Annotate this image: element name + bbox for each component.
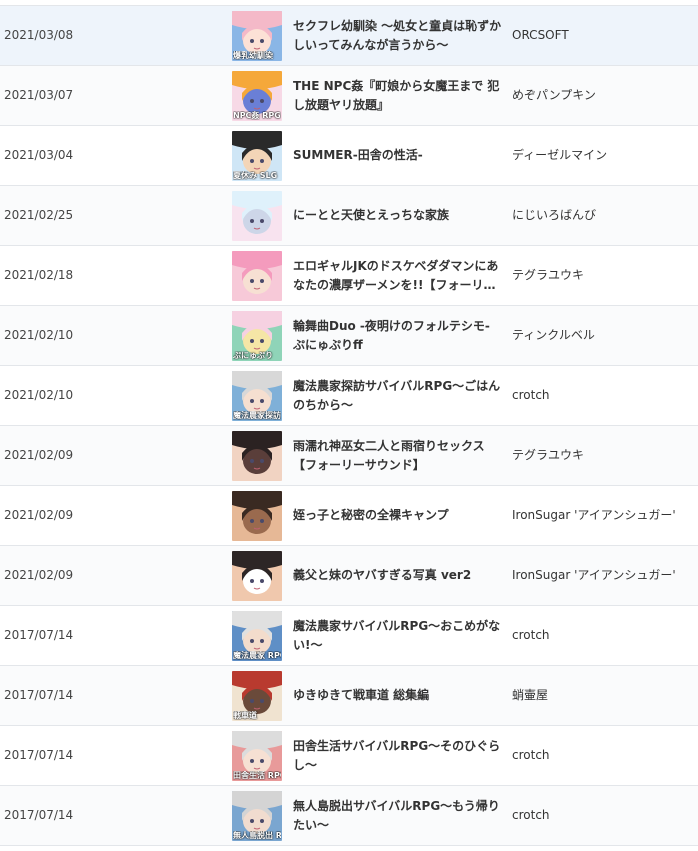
- product-title-link[interactable]: 輪舞曲Duo -夜明けのフォルテシモ- ぷにゅぷりff: [293, 306, 505, 365]
- product-title-link[interactable]: 姪っ子と秘密の全裸キャンプ: [293, 486, 505, 545]
- list-item[interactable]: 2017/07/14 田舎生活 RPG 田舎生活サバイバルRPG～そのひぐらし～ cr…: [0, 725, 698, 785]
- maker-link[interactable]: めぞパンプキン: [512, 66, 698, 125]
- product-title: セクフレ幼馴染 ～処女と童貞は恥ずかしいってみんなが言うから～: [293, 18, 502, 52]
- game-cover-icon[interactable]: 田舎生活 RPG: [232, 731, 282, 781]
- product-title-link[interactable]: THE NPC姦『町娘から女魔王まで 犯し放題ヤリ放題』: [293, 66, 505, 125]
- product-title-link[interactable]: 魔法農家サバイバルRPG～おこめがない!～: [293, 606, 505, 665]
- maker-link[interactable]: にじいろばんび: [512, 186, 698, 245]
- list-item[interactable]: 2021/03/04 夏休み SLG SUMMER-田舎の性活- ディーゼルマイン: [0, 125, 698, 185]
- product-title: 姪っ子と秘密の全裸キャンプ: [293, 508, 449, 522]
- list-item[interactable]: 2021/02/10 ぷにゅぷり 輪舞曲Duo -夜明けのフォルテシモ- ぷにゅぷり…: [0, 305, 698, 365]
- product-title-link[interactable]: にーとと天使とえっちな家族: [293, 186, 505, 245]
- release-date: 2017/07/14: [4, 628, 74, 642]
- maker-link[interactable]: ORCSOFT: [512, 6, 698, 65]
- release-date: 2021/03/07: [4, 88, 74, 102]
- product-title: にーとと天使とえっちな家族: [293, 208, 450, 222]
- maker-link[interactable]: crotch: [512, 786, 698, 845]
- product-title-link[interactable]: 義父と妹のヤバすぎる写真 ver2: [293, 546, 505, 605]
- product-title: 雨濡れ神巫女二人と雨宿りセックス【フォーリーサウンド】: [293, 438, 485, 472]
- maker-link[interactable]: 蛸壷屋: [512, 666, 698, 725]
- maker-link[interactable]: IronSugar 'アイアンシュガー': [512, 486, 698, 545]
- maker-link[interactable]: crotch: [512, 726, 698, 785]
- game-cover-icon[interactable]: [232, 551, 282, 601]
- list-item[interactable]: 2017/07/14 魔法農家 RPG 魔法農家サバイバルRPG～おこめがない!～ c…: [0, 605, 698, 665]
- product-title: エロギャルJKのドスケベダダマンにあなたの濃厚ザーメンを!!【フォーリーサウンド…: [293, 258, 499, 292]
- release-date: 2021/03/08: [4, 28, 74, 42]
- list-item[interactable]: 2021/02/18 エロギャルJKのドスケベダダマンにあなたの濃厚ザーメンを!!…: [0, 245, 698, 305]
- product-title: 輪舞曲Duo -夜明けのフォルテシモ- ぷにゅぷりff: [293, 318, 490, 352]
- game-cover-icon[interactable]: 無人島脱出 RPG: [232, 791, 282, 841]
- game-cover-icon[interactable]: NPC姦 RPG: [232, 71, 282, 121]
- release-date: 2021/02/09: [4, 508, 74, 522]
- release-date: 2021/02/09: [4, 568, 74, 582]
- product-title-link[interactable]: 無人島脱出サバイバルRPG～もう帰りたい～: [293, 786, 505, 845]
- product-title: 義父と妹のヤバすぎる写真 ver2: [293, 568, 472, 582]
- product-title: 魔法農家サバイバルRPG～おこめがない!～: [293, 618, 501, 652]
- list-item[interactable]: 2021/02/25 にーとと天使とえっちな家族 にじいろばんび: [0, 185, 698, 245]
- product-list: 2021/03/08 爆乳幼馴染 セクフレ幼馴染 ～処女と童貞は恥ずかしいってみんな…: [0, 5, 698, 846]
- list-item[interactable]: 2021/02/09 義父と妹のヤバすぎる写真 ver2 IronSugar 'アイ…: [0, 545, 698, 605]
- product-title-link[interactable]: エロギャルJKのドスケベダダマンにあなたの濃厚ザーメンを!!【フォーリーサウンド…: [293, 246, 505, 305]
- game-cover-icon[interactable]: [232, 491, 282, 541]
- release-date: 2021/02/10: [4, 388, 74, 402]
- list-item[interactable]: 2021/02/09 雨濡れ神巫女二人と雨宿りセックス【フォーリーサウンド】 テグラ…: [0, 425, 698, 485]
- product-title: ゆきゆきて戦車道 総集編: [293, 688, 430, 702]
- cover-text: NPC姦 RPG: [233, 111, 281, 120]
- release-date: 2017/07/14: [4, 808, 74, 822]
- cover-text: 戦車道: [233, 711, 257, 720]
- product-title: 田舎生活サバイバルRPG～そのひぐらし～: [293, 738, 501, 772]
- list-item[interactable]: 2021/02/09 姪っ子と秘密の全裸キャンプ IronSugar 'アイアンシュ…: [0, 485, 698, 545]
- cover-text: ぷにゅぷり: [233, 351, 273, 360]
- release-date: 2021/03/04: [4, 148, 74, 162]
- product-title-link[interactable]: ゆきゆきて戦車道 総集編: [293, 666, 505, 725]
- list-item[interactable]: 2021/03/08 爆乳幼馴染 セクフレ幼馴染 ～処女と童貞は恥ずかしいってみんな…: [0, 5, 698, 65]
- game-cover-icon[interactable]: ぷにゅぷり: [232, 311, 282, 361]
- release-date: 2021/02/25: [4, 208, 74, 222]
- maker-link[interactable]: ティンクルベル: [512, 306, 698, 365]
- game-cover-icon[interactable]: [232, 431, 282, 481]
- cover-text: 魔法農家探訪 RPG: [233, 411, 281, 420]
- maker-link[interactable]: crotch: [512, 366, 698, 425]
- cover-text: 夏休み SLG: [233, 171, 278, 180]
- product-title-link[interactable]: 雨濡れ神巫女二人と雨宿りセックス【フォーリーサウンド】: [293, 426, 505, 485]
- release-date: 2021/02/18: [4, 268, 74, 282]
- product-title: THE NPC姦『町娘から女魔王まで 犯し放題ヤリ放題』: [293, 78, 500, 112]
- cover-text: 魔法農家 RPG: [233, 651, 281, 660]
- game-cover-icon[interactable]: [232, 191, 282, 241]
- maker-link[interactable]: crotch: [512, 606, 698, 665]
- list-item[interactable]: 2017/07/14 戦車道 ゆきゆきて戦車道 総集編 蛸壷屋: [0, 665, 698, 725]
- cover-text: 爆乳幼馴染: [233, 51, 273, 60]
- cover-text: 田舎生活 RPG: [233, 771, 281, 780]
- game-cover-icon[interactable]: [232, 251, 282, 301]
- product-title: 魔法農家探訪サバイバルRPG～ごはんのちから～: [293, 378, 501, 412]
- release-date: 2021/02/10: [4, 328, 74, 342]
- product-title-link[interactable]: セクフレ幼馴染 ～処女と童貞は恥ずかしいってみんなが言うから～: [293, 6, 505, 65]
- maker-link[interactable]: テグラユウキ: [512, 426, 698, 485]
- cover-text: 無人島脱出 RPG: [233, 831, 281, 840]
- list-item[interactable]: 2021/03/07 NPC姦 RPG THE NPC姦『町娘から女魔王まで 犯し放…: [0, 65, 698, 125]
- release-date: 2017/07/14: [4, 688, 74, 702]
- release-date: 2021/02/09: [4, 448, 74, 462]
- list-item[interactable]: 2021/02/10 魔法農家探訪 RPG 魔法農家探訪サバイバルRPG～ごはんのち…: [0, 365, 698, 425]
- maker-link[interactable]: テグラユウキ: [512, 246, 698, 305]
- product-title-link[interactable]: 田舎生活サバイバルRPG～そのひぐらし～: [293, 726, 505, 785]
- product-title: 無人島脱出サバイバルRPG～もう帰りたい～: [293, 798, 500, 832]
- list-item[interactable]: 2017/07/14 無人島脱出 RPG 無人島脱出サバイバルRPG～もう帰りたい～…: [0, 785, 698, 845]
- game-cover-icon[interactable]: 爆乳幼馴染: [232, 11, 282, 61]
- product-title-link[interactable]: 魔法農家探訪サバイバルRPG～ごはんのちから～: [293, 366, 505, 425]
- game-cover-icon[interactable]: 夏休み SLG: [232, 131, 282, 181]
- game-cover-icon[interactable]: 魔法農家探訪 RPG: [232, 371, 282, 421]
- product-title-link[interactable]: SUMMER-田舎の性活-: [293, 126, 505, 185]
- game-cover-icon[interactable]: 戦車道: [232, 671, 282, 721]
- release-date: 2017/07/14: [4, 748, 74, 762]
- game-cover-icon[interactable]: 魔法農家 RPG: [232, 611, 282, 661]
- product-title: SUMMER-田舎の性活-: [293, 148, 423, 162]
- maker-link[interactable]: ディーゼルマイン: [512, 126, 698, 185]
- maker-link[interactable]: IronSugar 'アイアンシュガー': [512, 546, 698, 605]
